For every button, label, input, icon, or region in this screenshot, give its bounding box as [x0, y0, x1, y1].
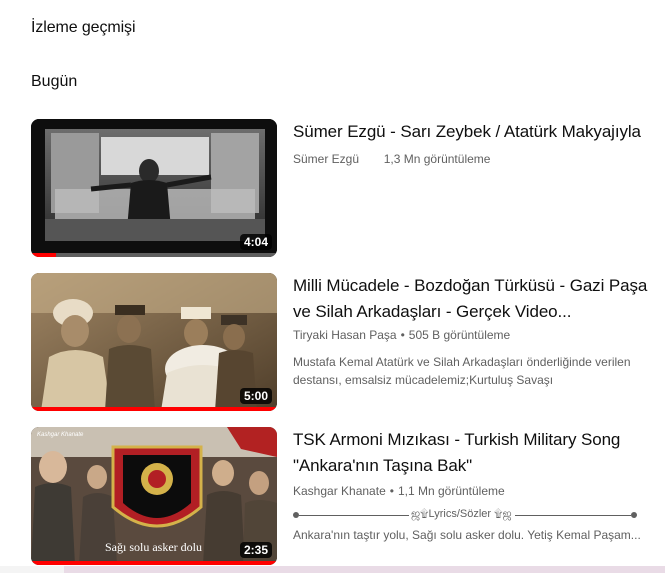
thumbnail-caption: Sağı solu asker dolu: [105, 540, 202, 554]
video-item[interactable]: Kashgar Khanate Sağı solu asker dolu 2:3…: [31, 427, 665, 567]
video-item[interactable]: 4:04 Sümer Ezgü - Sarı Zeybek / Atatürk …: [31, 119, 665, 259]
watch-progress-bar: [31, 561, 277, 565]
watch-progress-fill: [31, 561, 277, 565]
view-count: 1,1 Mn görüntüleme: [397, 484, 505, 498]
video-thumbnail[interactable]: 4:04: [31, 119, 277, 257]
video-title[interactable]: TSK Armoni Mızıkası - Turkish Military S…: [293, 427, 665, 479]
lyrics-label: ஜ۩Lyrics/Sözler ۩ஜ: [409, 508, 514, 522]
video-info: Milli Mücadele - Bozdoğan Türküsü - Gazi…: [293, 273, 665, 389]
channel-name[interactable]: Kashgar Khanate: [293, 484, 386, 498]
section-title-today: Bugün: [31, 73, 78, 90]
video-description: Ankara'nın taştır yolu, Sağı solu asker …: [293, 528, 641, 542]
divider-line: [299, 515, 409, 516]
watch-progress-bar: [31, 407, 277, 411]
view-count: 505 B görüntüleme: [408, 328, 511, 342]
duration-badge: 2:35: [239, 542, 272, 558]
video-item[interactable]: 5:00 Milli Mücadele - Bozdoğan Türküsü -…: [31, 273, 665, 413]
channel-name[interactable]: Sümer Ezgü: [293, 152, 359, 166]
page-title: İzleme geçmişi: [31, 19, 136, 36]
duration-badge: 4:04: [239, 234, 272, 250]
channel-name[interactable]: Tiryaki Hasan Paşa: [293, 328, 397, 342]
video-title[interactable]: Sümer Ezgü - Sarı Zeybek / Atatürk Makya…: [293, 119, 665, 145]
watch-progress-fill: [31, 253, 56, 257]
duration-badge: 5:00: [239, 388, 272, 404]
bottom-edge-strip-left: [0, 566, 64, 573]
video-title[interactable]: Milli Mücadele - Bozdoğan Türküsü - Gazi…: [293, 273, 665, 325]
watch-progress-fill: [31, 407, 277, 411]
bottom-edge-strip: [0, 566, 665, 573]
view-count: 1,3 Mn görüntüleme: [383, 152, 491, 166]
watch-progress-bar: [31, 253, 277, 257]
video-description: Mustafa Kemal Atatürk ve Silah Arkadaşla…: [293, 355, 631, 387]
video-meta: Sümer Ezgü 1,3 Mn görüntüleme: [293, 151, 665, 167]
lyrics-divider: ஜ۩Lyrics/Sözler ۩ஜ: [293, 508, 637, 523]
video-meta: Tiryaki Hasan Paşa • 505 B görüntüleme: [293, 328, 511, 342]
video-thumbnail[interactable]: Kashgar Khanate Sağı solu asker dolu 2:3…: [31, 427, 277, 565]
video-thumbnail[interactable]: 5:00: [31, 273, 277, 411]
video-info: Sümer Ezgü - Sarı Zeybek / Atatürk Makya…: [293, 119, 665, 167]
divider-line: [515, 515, 631, 516]
video-info: TSK Armoni Mızıkası - Turkish Military S…: [293, 427, 665, 544]
thumbnail-watermark: Kashgar Khanate: [37, 432, 84, 438]
video-meta: Kashgar Khanate • 1,1 Mn görüntüleme: [293, 484, 505, 498]
divider-dot: [631, 512, 637, 518]
